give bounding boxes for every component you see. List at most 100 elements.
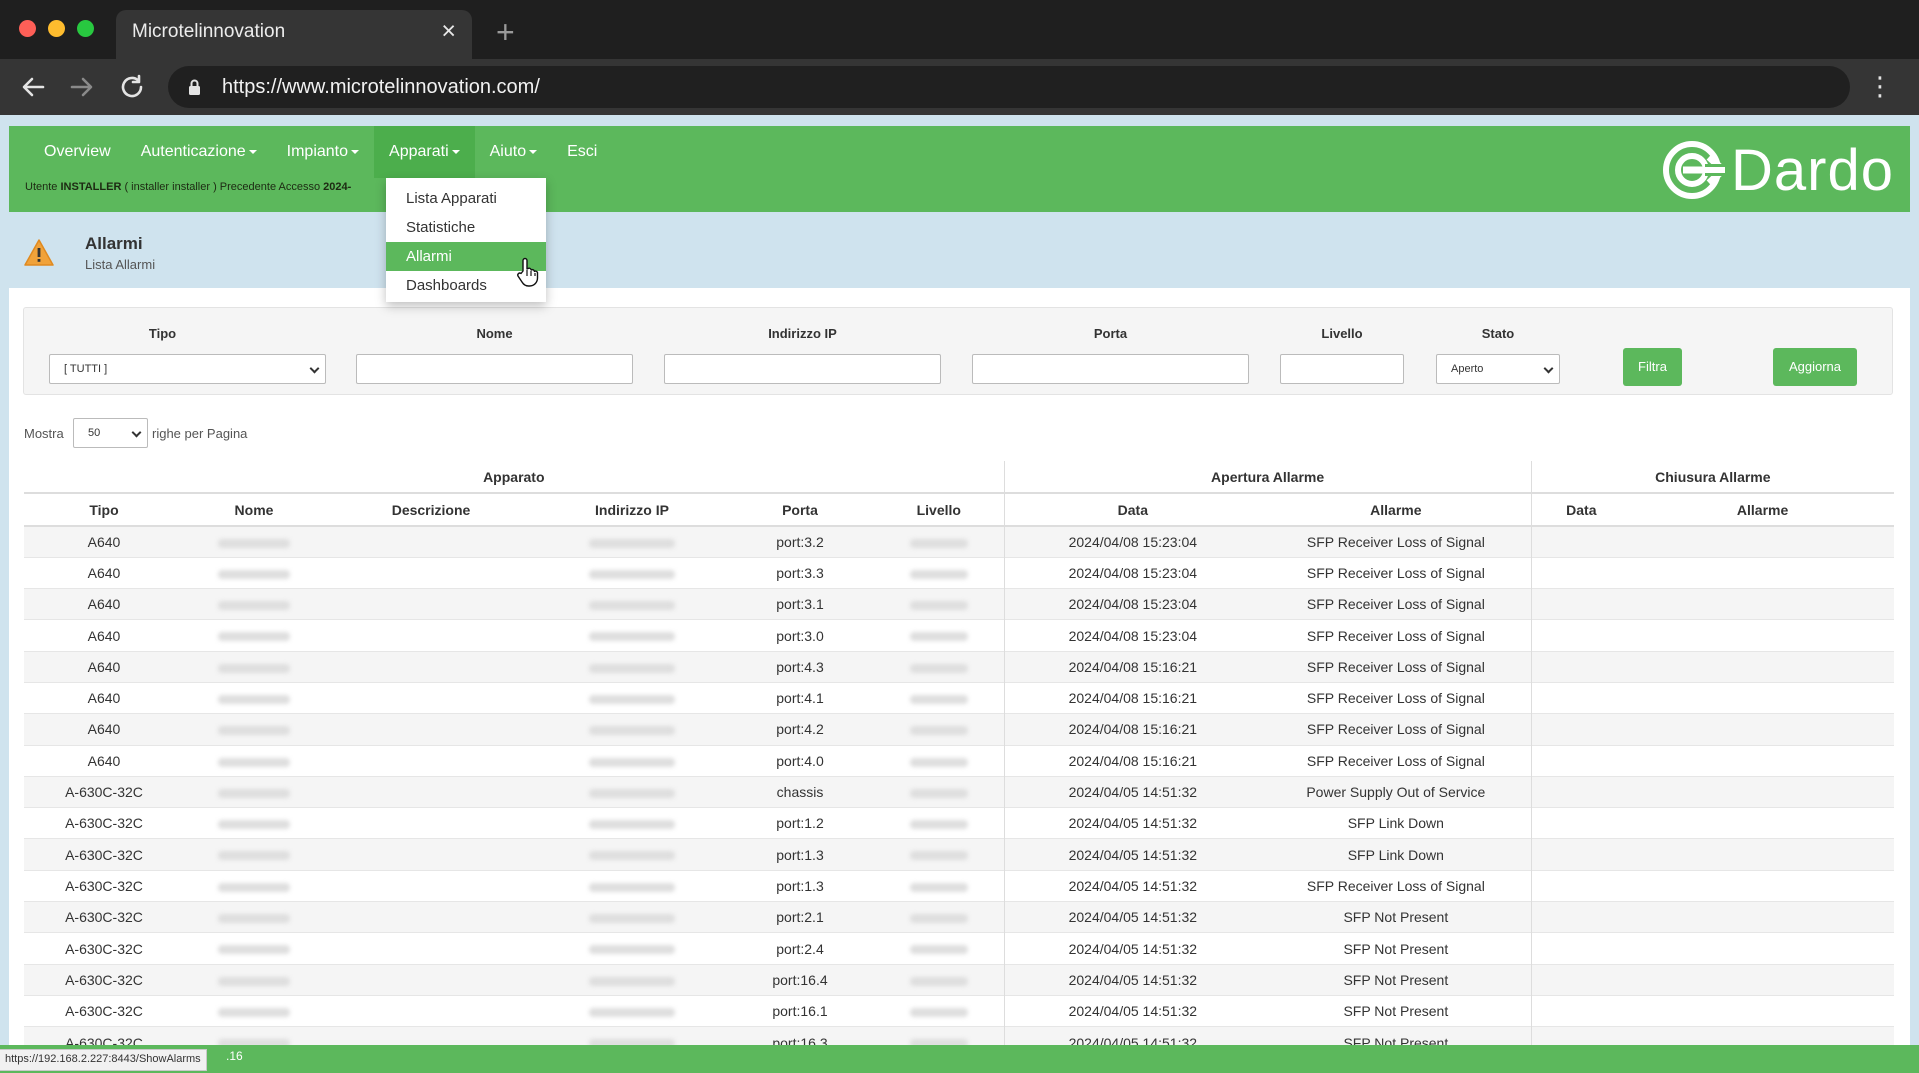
ip-input[interactable] xyxy=(664,354,941,384)
menu-overview[interactable]: Overview xyxy=(29,126,126,178)
tipo-select[interactable]: [ TUTTI ] xyxy=(49,354,326,384)
col-livello[interactable]: Livello xyxy=(874,493,1005,527)
close-icon[interactable]: × xyxy=(441,19,456,44)
table-row[interactable]: A640 port:3.0 2024/04/08 15:23:04 SFP Recei… xyxy=(24,619,1895,652)
dardo-logo[interactable]: Dardo xyxy=(1661,138,1894,203)
menu-autenticazione[interactable]: Autenticazione xyxy=(126,126,272,178)
col-apertura-allarme[interactable]: Allarme xyxy=(1261,493,1532,527)
table-row[interactable]: A-630C-32C port:2.1 2024/04/05 14:51:32 SFP… xyxy=(24,901,1895,933)
dropdown-item-lista-apparati[interactable]: Lista Apparati xyxy=(386,184,546,213)
col-ip[interactable]: Indirizzo IP xyxy=(538,493,726,527)
kebab-menu-icon[interactable]: ⋮ xyxy=(1867,71,1893,101)
cell-apertura-allarme: SFP Not Present xyxy=(1261,994,1532,1027)
cell-nome xyxy=(184,869,324,902)
cell-tipo: A640 xyxy=(24,588,184,620)
cell-apertura-data: 2024/04/08 15:23:04 xyxy=(1004,525,1262,558)
back-arrow-icon[interactable] xyxy=(17,71,49,103)
redacted-value xyxy=(218,663,290,673)
cell-apertura-data: 2024/04/05 14:51:32 xyxy=(1004,901,1262,933)
menu-aiuto[interactable]: Aiuto xyxy=(475,126,552,178)
cell-apertura-data: 2024/04/05 14:51:32 xyxy=(1004,807,1262,839)
livello-input[interactable] xyxy=(1280,354,1404,384)
table-row[interactable]: A640 port:4.3 2024/04/08 15:16:21 SFP Recei… xyxy=(24,650,1895,683)
window-minimize-button[interactable] xyxy=(48,20,65,37)
alarms-table-container: Apparato Apertura Allarme Chiusura Allar… xyxy=(24,461,1895,1059)
table-row[interactable]: A-630C-32C port:2.4 2024/04/05 14:51:32 SFP… xyxy=(24,932,1895,965)
table-row[interactable]: A-630C-32C port:1.2 2024/04/05 14:51:32 SFP… xyxy=(24,807,1895,839)
page-title: Allarmi xyxy=(85,234,143,253)
porta-input[interactable] xyxy=(972,354,1249,384)
menu-autenticazione-label: Autenticazione xyxy=(140,143,246,160)
cell-livello xyxy=(874,994,1005,1027)
filter-button[interactable]: Filtra xyxy=(1623,348,1682,386)
stato-select[interactable]: Aperto xyxy=(1436,354,1560,384)
cell-chiusura-data xyxy=(1531,838,1632,871)
redacted-value xyxy=(909,694,968,704)
porta-label: Porta xyxy=(1093,326,1128,341)
page-size-select[interactable]: 50 xyxy=(73,418,148,448)
menu-apparati-label: Apparati xyxy=(389,143,449,160)
cell-porta: port:4.0 xyxy=(726,744,874,777)
table-row[interactable]: A-630C-32C port:1.3 2024/04/05 14:51:32 SFP… xyxy=(24,838,1895,871)
cell-descrizione xyxy=(324,932,538,965)
table-row[interactable]: A640 port:3.1 2024/04/08 15:23:04 SFP Recei… xyxy=(24,588,1895,620)
table-row[interactable]: A640 port:3.2 2024/04/08 15:23:04 SFP Recei… xyxy=(24,525,1895,558)
stato-select-value: Aperto xyxy=(1451,363,1484,375)
redacted-value xyxy=(589,726,675,736)
cell-chiusura-allarme xyxy=(1631,869,1895,902)
redacted-value xyxy=(909,663,968,673)
redacted-value xyxy=(218,976,290,986)
cell-apertura-allarme: SFP Receiver Loss of Signal xyxy=(1261,681,1532,714)
window-maximize-button[interactable] xyxy=(77,20,94,37)
plus-icon[interactable]: + xyxy=(496,16,515,48)
menu-esci-label: Esci xyxy=(567,143,598,160)
table-row[interactable]: A-630C-32C chassis 2024/04/05 14:51:32 Powe… xyxy=(24,775,1895,808)
cell-apertura-data: 2024/04/05 14:51:32 xyxy=(1004,838,1262,871)
col-nome[interactable]: Nome xyxy=(184,493,324,527)
cell-descrizione xyxy=(324,994,538,1027)
cell-chiusura-allarme xyxy=(1631,932,1895,965)
menu-apparati[interactable]: Apparati xyxy=(374,126,475,178)
col-tipo[interactable]: Tipo xyxy=(24,493,184,527)
col-chiusura-allarme[interactable]: Allarme xyxy=(1631,493,1895,527)
forward-arrow-icon[interactable] xyxy=(66,71,98,103)
cell-chiusura-allarme xyxy=(1631,681,1895,714)
cell-chiusura-allarme xyxy=(1631,650,1895,683)
col-porta[interactable]: Porta xyxy=(726,493,874,527)
cell-chiusura-allarme xyxy=(1631,588,1895,620)
col-descrizione[interactable]: Descrizione xyxy=(324,493,538,527)
col-apertura-data[interactable]: Data xyxy=(1004,493,1262,527)
cell-livello xyxy=(874,807,1005,839)
window-close-button[interactable] xyxy=(19,20,36,37)
cell-chiusura-allarme xyxy=(1631,556,1895,589)
table-row[interactable]: A640 port:4.0 2024/04/08 15:16:21 SFP Recei… xyxy=(24,744,1895,777)
cell-livello xyxy=(874,963,1005,996)
table-row[interactable]: A-630C-32C port:1.3 2024/04/05 14:51:32 SFP… xyxy=(24,869,1895,902)
browser-tab[interactable]: Microtelinnovation × xyxy=(116,10,472,59)
cell-apertura-data: 2024/04/08 15:16:21 xyxy=(1004,681,1262,714)
menu-esci[interactable]: Esci xyxy=(552,126,612,178)
redacted-value xyxy=(218,538,290,548)
cell-chiusura-allarme xyxy=(1631,807,1895,839)
reload-icon[interactable] xyxy=(116,71,148,103)
cell-ip xyxy=(538,963,726,996)
table-row[interactable]: A640 port:4.1 2024/04/08 15:16:21 SFP Recei… xyxy=(24,681,1895,714)
cell-porta: port:2.4 xyxy=(726,932,874,965)
address-url[interactable]: https://www.microtelinnovation.com/ xyxy=(222,76,540,99)
dropdown-item-statistiche[interactable]: Statistiche xyxy=(386,213,546,242)
chevron-down-icon xyxy=(309,363,320,374)
nome-input[interactable] xyxy=(356,354,633,384)
cell-apertura-allarme: SFP Receiver Loss of Signal xyxy=(1261,713,1532,746)
table-row[interactable]: A-630C-32C port:16.4 2024/04/05 14:51:32 SF… xyxy=(24,963,1895,996)
address-bar[interactable]: https://www.microtelinnovation.com/ xyxy=(168,66,1850,108)
lock-icon[interactable] xyxy=(188,79,201,95)
table-row[interactable]: A640 port:3.3 2024/04/08 15:23:04 SFP Recei… xyxy=(24,556,1895,589)
cell-tipo: A-630C-32C xyxy=(24,869,184,902)
table-row[interactable]: A640 port:4.2 2024/04/08 15:16:21 SFP Recei… xyxy=(24,713,1895,746)
col-chiusura-data[interactable]: Data xyxy=(1531,493,1632,527)
refresh-button[interactable]: Aggiorna xyxy=(1773,348,1857,386)
table-row[interactable]: A-630C-32C port:16.1 2024/04/05 14:51:32 SF… xyxy=(24,994,1895,1027)
cell-livello xyxy=(874,932,1005,965)
redacted-value xyxy=(589,788,675,798)
menu-impianto[interactable]: Impianto xyxy=(272,126,374,178)
